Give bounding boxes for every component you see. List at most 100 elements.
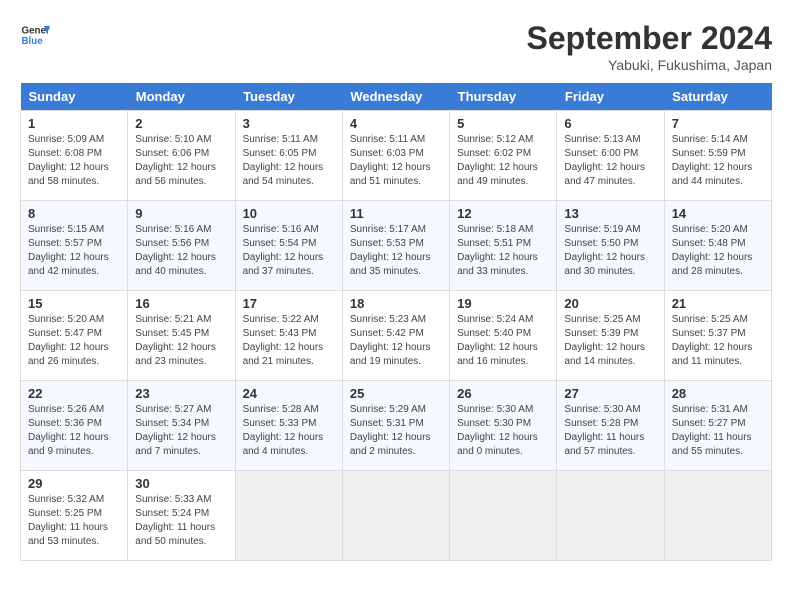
calendar-day-15: 15 Sunrise: 5:20 AMSunset: 5:47 PMDayligh… [21, 291, 128, 381]
day-info: Sunrise: 5:29 AMSunset: 5:31 PMDaylight:… [350, 403, 442, 459]
title-block: September 2024 Yabuki, Fukushima, Japan [527, 20, 772, 73]
day-info: Sunrise: 5:13 AMSunset: 6:00 PMDaylight:… [564, 133, 656, 189]
calendar-week-4: 22 Sunrise: 5:26 AMSunset: 5:36 PMDayligh… [21, 381, 772, 471]
calendar-day-23: 23 Sunrise: 5:27 AMSunset: 5:34 PMDayligh… [128, 381, 235, 471]
calendar-day-11: 11 Sunrise: 5:17 AMSunset: 5:53 PMDayligh… [342, 201, 449, 291]
day-number: 23 [135, 386, 227, 401]
calendar-day-4: 4 Sunrise: 5:11 AMSunset: 6:03 PMDaylight… [342, 111, 449, 201]
day-number: 9 [135, 206, 227, 221]
calendar-day-30: 30 Sunrise: 5:33 AMSunset: 5:24 PMDayligh… [128, 471, 235, 561]
calendar-week-3: 15 Sunrise: 5:20 AMSunset: 5:47 PMDayligh… [21, 291, 772, 381]
day-number: 4 [350, 116, 442, 131]
weekday-header-friday: Friday [557, 83, 664, 111]
weekday-header-monday: Monday [128, 83, 235, 111]
calendar-day-empty [235, 471, 342, 561]
day-number: 1 [28, 116, 120, 131]
day-info: Sunrise: 5:18 AMSunset: 5:51 PMDaylight:… [457, 223, 549, 279]
day-number: 7 [672, 116, 764, 131]
month-title: September 2024 [527, 20, 772, 57]
calendar-day-empty [450, 471, 557, 561]
day-info: Sunrise: 5:25 AMSunset: 5:39 PMDaylight:… [564, 313, 656, 369]
weekday-header-tuesday: Tuesday [235, 83, 342, 111]
day-info: Sunrise: 5:25 AMSunset: 5:37 PMDaylight:… [672, 313, 764, 369]
calendar-day-26: 26 Sunrise: 5:30 AMSunset: 5:30 PMDayligh… [450, 381, 557, 471]
day-info: Sunrise: 5:17 AMSunset: 5:53 PMDaylight:… [350, 223, 442, 279]
day-number: 12 [457, 206, 549, 221]
calendar-day-16: 16 Sunrise: 5:21 AMSunset: 5:45 PMDayligh… [128, 291, 235, 381]
day-info: Sunrise: 5:09 AMSunset: 6:08 PMDaylight:… [28, 133, 120, 189]
calendar-day-29: 29 Sunrise: 5:32 AMSunset: 5:25 PMDayligh… [21, 471, 128, 561]
day-info: Sunrise: 5:22 AMSunset: 5:43 PMDaylight:… [243, 313, 335, 369]
day-number: 15 [28, 296, 120, 311]
calendar-day-18: 18 Sunrise: 5:23 AMSunset: 5:42 PMDayligh… [342, 291, 449, 381]
calendar-week-1: 1 Sunrise: 5:09 AMSunset: 6:08 PMDaylight… [21, 111, 772, 201]
calendar-day-17: 17Sunrise: 5:22 AMSunset: 5:43 PMDayligh… [235, 291, 342, 381]
calendar-day-28: 28 Sunrise: 5:31 AMSunset: 5:27 PMDayligh… [664, 381, 771, 471]
day-info: Sunrise: 5:20 AMSunset: 5:47 PMDaylight:… [28, 313, 120, 369]
calendar-day-13: 13Sunrise: 5:19 AMSunset: 5:50 PMDayligh… [557, 201, 664, 291]
day-info: Sunrise: 5:23 AMSunset: 5:42 PMDaylight:… [350, 313, 442, 369]
day-info: Sunrise: 5:26 AMSunset: 5:36 PMDaylight:… [28, 403, 120, 459]
day-number: 27 [564, 386, 656, 401]
calendar-day-2: 2Sunrise: 5:10 AMSunset: 6:06 PMDaylight… [128, 111, 235, 201]
day-number: 20 [564, 296, 656, 311]
calendar-day-24: 24Sunrise: 5:28 AMSunset: 5:33 PMDayligh… [235, 381, 342, 471]
calendar-day-1: 1 Sunrise: 5:09 AMSunset: 6:08 PMDaylight… [21, 111, 128, 201]
day-info: Sunrise: 5:12 AMSunset: 6:02 PMDaylight:… [457, 133, 549, 189]
calendar-week-2: 8Sunrise: 5:15 AMSunset: 5:57 PMDaylight… [21, 201, 772, 291]
day-info: Sunrise: 5:14 AMSunset: 5:59 PMDaylight:… [672, 133, 764, 189]
day-info: Sunrise: 5:20 AMSunset: 5:48 PMDaylight:… [672, 223, 764, 279]
calendar-week-5: 29 Sunrise: 5:32 AMSunset: 5:25 PMDayligh… [21, 471, 772, 561]
calendar-day-6: 6Sunrise: 5:13 AMSunset: 6:00 PMDaylight… [557, 111, 664, 201]
day-number: 22 [28, 386, 120, 401]
calendar-day-25: 25 Sunrise: 5:29 AMSunset: 5:31 PMDayligh… [342, 381, 449, 471]
calendar-day-8: 8Sunrise: 5:15 AMSunset: 5:57 PMDaylight… [21, 201, 128, 291]
calendar-table: SundayMondayTuesdayWednesdayThursdayFrid… [20, 83, 772, 561]
weekday-header-saturday: Saturday [664, 83, 771, 111]
day-number: 28 [672, 386, 764, 401]
location: Yabuki, Fukushima, Japan [527, 57, 772, 73]
day-number: 29 [28, 476, 120, 491]
day-number: 10 [243, 206, 335, 221]
calendar-day-7: 7 Sunrise: 5:14 AMSunset: 5:59 PMDaylight… [664, 111, 771, 201]
day-info: Sunrise: 5:21 AMSunset: 5:45 PMDaylight:… [135, 313, 227, 369]
day-info: Sunrise: 5:28 AMSunset: 5:33 PMDaylight:… [243, 403, 335, 459]
day-info: Sunrise: 5:30 AMSunset: 5:30 PMDaylight:… [457, 403, 549, 459]
day-info: Sunrise: 5:27 AMSunset: 5:34 PMDaylight:… [135, 403, 227, 459]
day-info: Sunrise: 5:30 AMSunset: 5:28 PMDaylight:… [564, 403, 656, 459]
day-info: Sunrise: 5:10 AMSunset: 6:06 PMDaylight:… [135, 133, 227, 189]
day-info: Sunrise: 5:11 AMSunset: 6:05 PMDaylight:… [243, 133, 335, 189]
day-number: 11 [350, 206, 442, 221]
weekday-header-wednesday: Wednesday [342, 83, 449, 111]
logo: General Blue [20, 20, 50, 50]
calendar-day-22: 22 Sunrise: 5:26 AMSunset: 5:36 PMDayligh… [21, 381, 128, 471]
calendar-day-empty [342, 471, 449, 561]
calendar-day-12: 12 Sunrise: 5:18 AMSunset: 5:51 PMDayligh… [450, 201, 557, 291]
day-info: Sunrise: 5:33 AMSunset: 5:24 PMDaylight:… [135, 493, 227, 549]
calendar-day-20: 20 Sunrise: 5:25 AMSunset: 5:39 PMDayligh… [557, 291, 664, 381]
calendar-day-empty [664, 471, 771, 561]
calendar-day-5: 5Sunrise: 5:12 AMSunset: 6:02 PMDaylight… [450, 111, 557, 201]
day-number: 30 [135, 476, 227, 491]
calendar-day-19: 19Sunrise: 5:24 AMSunset: 5:40 PMDayligh… [450, 291, 557, 381]
day-number: 16 [135, 296, 227, 311]
weekday-header-row: SundayMondayTuesdayWednesdayThursdayFrid… [21, 83, 772, 111]
day-number: 26 [457, 386, 549, 401]
page-header: General Blue September 2024 Yabuki, Fuku… [20, 20, 772, 73]
day-number: 21 [672, 296, 764, 311]
day-info: Sunrise: 5:32 AMSunset: 5:25 PMDaylight:… [28, 493, 120, 549]
day-number: 25 [350, 386, 442, 401]
weekday-header-thursday: Thursday [450, 83, 557, 111]
day-number: 14 [672, 206, 764, 221]
logo-icon: General Blue [20, 20, 50, 50]
day-info: Sunrise: 5:31 AMSunset: 5:27 PMDaylight:… [672, 403, 764, 459]
weekday-header-sunday: Sunday [21, 83, 128, 111]
calendar-day-14: 14 Sunrise: 5:20 AMSunset: 5:48 PMDayligh… [664, 201, 771, 291]
day-number: 13 [564, 206, 656, 221]
day-number: 8 [28, 206, 120, 221]
day-number: 3 [243, 116, 335, 131]
day-number: 18 [350, 296, 442, 311]
day-number: 19 [457, 296, 549, 311]
day-info: Sunrise: 5:16 AMSunset: 5:54 PMDaylight:… [243, 223, 335, 279]
day-info: Sunrise: 5:11 AMSunset: 6:03 PMDaylight:… [350, 133, 442, 189]
